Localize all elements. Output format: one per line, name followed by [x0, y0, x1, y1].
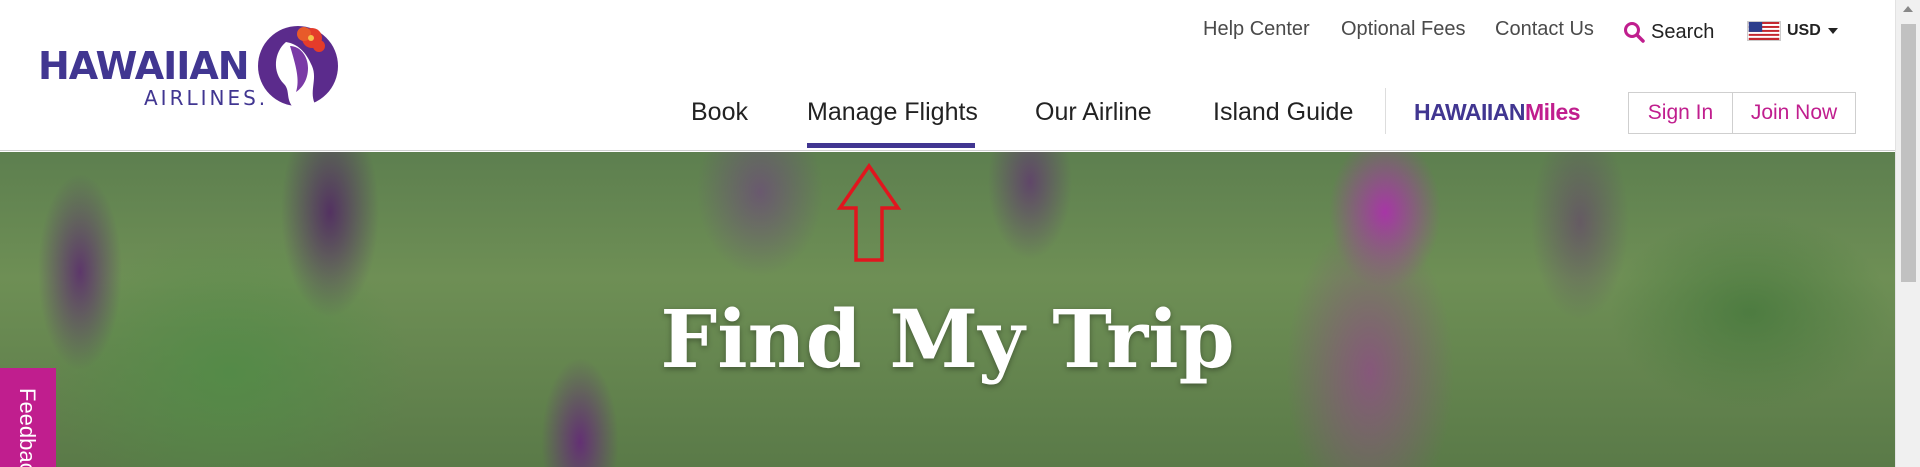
help-center-link[interactable]: Help Center: [1203, 18, 1310, 46]
feedback-tab[interactable]: Feedback: [0, 368, 56, 467]
nav-divider: [1385, 88, 1386, 134]
logo-wordmark: HAWAIIAN: [38, 44, 250, 88]
annotation-arrow-up-icon: [836, 162, 902, 262]
page-title: Find My Trip: [660, 292, 1235, 386]
join-now-button[interactable]: Join Now: [1732, 92, 1856, 134]
logo-subtext: AIRLINES.: [144, 86, 269, 110]
search-icon: [1624, 22, 1645, 43]
currency-selector[interactable]: USD: [1747, 21, 1839, 41]
miles-brand-part2: Miles: [1525, 99, 1581, 125]
sign-in-button[interactable]: Sign In: [1628, 92, 1733, 134]
hero-banner: Find My Trip: [0, 152, 1895, 467]
optional-fees-link[interactable]: Optional Fees: [1341, 18, 1466, 46]
miles-brand-part1: HAWAIIAN: [1414, 99, 1526, 125]
nav-our-airline[interactable]: Our Airline: [1035, 98, 1152, 127]
hawaiian-logo-mark-icon: [258, 26, 338, 106]
search-label: Search: [1651, 20, 1715, 43]
hawaiian-miles-link[interactable]: HAWAIIANMiles: [1414, 99, 1581, 126]
contact-us-link[interactable]: Contact Us: [1495, 18, 1594, 46]
currency-label: USD: [1787, 22, 1821, 39]
feedback-label: Feedback: [15, 388, 40, 467]
nav-island-guide[interactable]: Island Guide: [1213, 98, 1353, 127]
nav-book[interactable]: Book: [691, 98, 748, 127]
scroll-up-icon[interactable]: [1903, 6, 1913, 12]
scroll-thumb[interactable]: [1901, 24, 1916, 282]
site-header: HAWAIIAN AIRLINES. Help Center Optional …: [0, 0, 1895, 151]
nav-active-indicator: [807, 143, 975, 148]
us-flag-icon: [1747, 21, 1781, 41]
search-button[interactable]: Search: [1623, 18, 1714, 46]
nav-manage-flights[interactable]: Manage Flights: [807, 98, 978, 127]
page-scrollbar[interactable]: [1895, 0, 1920, 467]
caret-down-icon: [1827, 28, 1838, 34]
hawaiian-airlines-logo[interactable]: HAWAIIAN AIRLINES.: [38, 22, 338, 112]
